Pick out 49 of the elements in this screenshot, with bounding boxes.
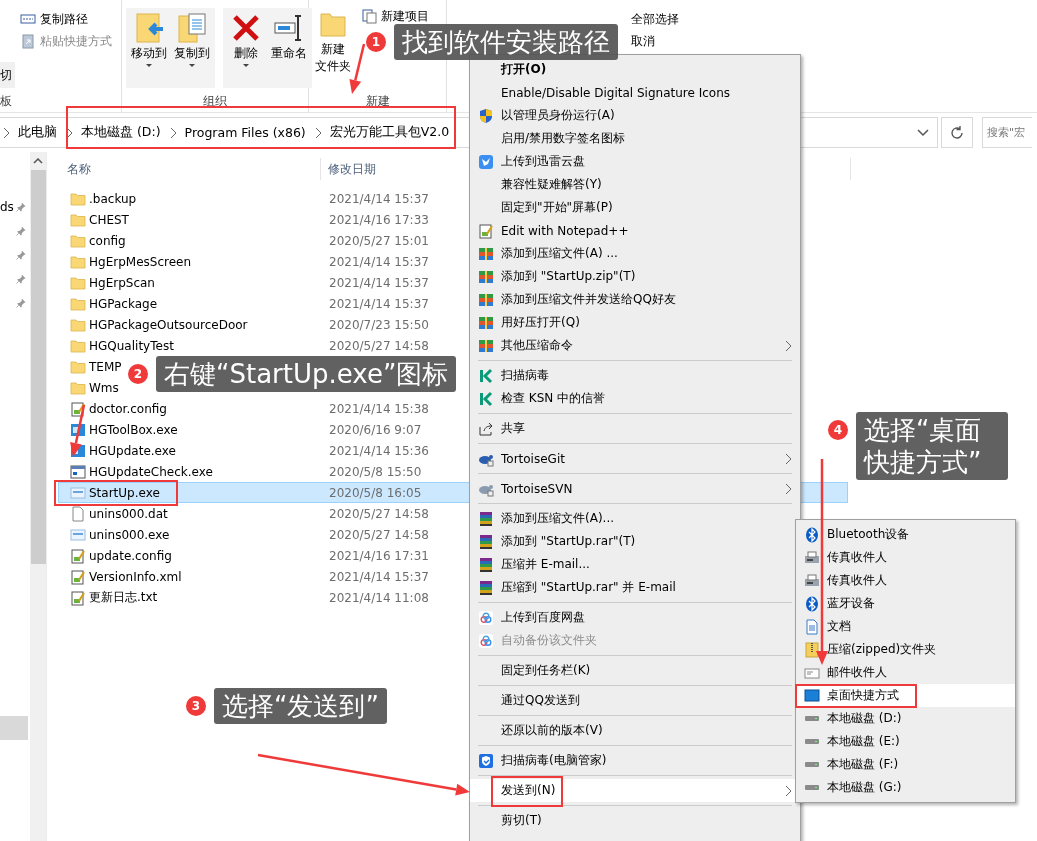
file-name: unins000.exe	[89, 527, 170, 542]
file-name: unins000.dat	[89, 506, 168, 521]
file-date: 2020/7/23 15:50	[328, 317, 429, 332]
file-name: HGToolBox.exe	[89, 422, 178, 437]
file-name: HGPackage	[89, 296, 158, 311]
step-tooltip: 选择“发送到”	[214, 688, 387, 724]
file-date: 2021/4/14 15:37	[328, 254, 429, 269]
step-badge: 2	[128, 364, 148, 384]
file-date: 2020/5/27 14:58	[328, 506, 429, 521]
file-name: .backup	[89, 191, 137, 206]
file-date: 2021/4/14 15:37	[328, 275, 429, 290]
file-date: 2020/5/27 14:58	[328, 527, 429, 542]
file-date: 2021/4/14 15:37	[328, 191, 429, 206]
file-name: update.config	[89, 548, 172, 563]
file-date: 2020/6/16 9:07	[328, 422, 422, 437]
file-date: 2021/4/14 11:08	[328, 590, 429, 605]
group-label: 新建	[364, 92, 391, 110]
file-date: 2021/4/14 15:37	[328, 569, 429, 584]
file-date: 2021/4/16 17:33	[328, 212, 429, 227]
file-name: HgErpScan	[89, 275, 155, 290]
file-name: HGUpdateCheck.exe	[89, 464, 213, 479]
file-date: 2021/4/14 15:38	[328, 401, 429, 416]
file-date: 2021/4/14 15:36	[328, 443, 429, 458]
file-date: 2020/5/27 14:58	[328, 338, 429, 353]
step-tooltip: 找到软件安装路径	[394, 24, 618, 60]
file-date: 2020/5/8 15:50	[328, 464, 422, 479]
file-name: Wms	[89, 380, 119, 395]
file-name: CHEST	[89, 212, 129, 227]
file-date: 2020/5/27 15:01	[328, 233, 429, 248]
step-tooltip: 右键“StartUp.exe”图标	[156, 356, 457, 392]
group-label: 板	[0, 92, 13, 110]
file-name: HGPackageOutsourceDoor	[89, 317, 248, 332]
nav-label: ds	[0, 200, 14, 214]
file-date: 2020/5/8 16:05	[328, 485, 422, 500]
file-name: 更新日志.txt	[89, 589, 158, 606]
file-name: config	[89, 233, 126, 248]
file-date: 2021/4/14 15:37	[328, 296, 429, 311]
step-badge: 4	[828, 420, 848, 440]
file-name: VersionInfo.xml	[89, 569, 182, 584]
step-tooltip: 选择“桌面快捷方式”	[856, 412, 1008, 480]
file-name: StartUp.exe	[89, 485, 160, 500]
file-name: doctor.config	[89, 401, 167, 416]
file-name: HgErpMesScreen	[89, 254, 192, 269]
file-name: TEMP	[89, 359, 122, 374]
file-name: HGUpdate.exe	[89, 443, 176, 458]
group-label: 组织	[202, 92, 228, 110]
file-date: 2021/4/16 17:31	[328, 548, 429, 563]
step-badge: 3	[186, 696, 206, 716]
file-name: HGQualityTest	[89, 338, 174, 353]
